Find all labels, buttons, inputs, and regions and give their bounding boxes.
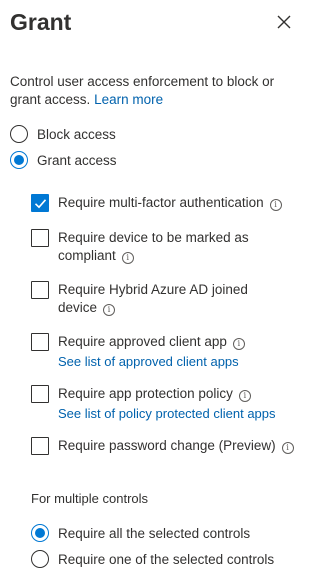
block-access-radio[interactable] (10, 125, 28, 143)
close-icon[interactable] (276, 14, 292, 30)
approved-app-checkbox[interactable] (31, 333, 49, 351)
learn-more-link[interactable]: Learn more (94, 92, 163, 107)
protected-apps-link[interactable]: See list of policy protected client apps (58, 405, 298, 422)
password-change-label: Require password change (Preview) (58, 438, 276, 453)
multiple-controls-heading: For multiple controls (31, 491, 149, 506)
grant-access-label: Grant access (37, 152, 117, 168)
control-approved-app: Require approved client app i See list of… (31, 333, 298, 370)
mfa-label: Require multi-factor authentication (58, 195, 264, 210)
info-icon[interactable]: i (269, 199, 282, 211)
app-protection-label: Require app protection policy (58, 386, 233, 401)
password-change-checkbox[interactable] (31, 437, 49, 455)
block-access-option[interactable]: Block access (10, 124, 116, 144)
info-icon[interactable]: i (232, 338, 245, 350)
block-access-label: Block access (37, 126, 116, 142)
hybrid-ad-checkbox[interactable] (31, 281, 49, 299)
hybrid-ad-label: Require Hybrid Azure AD joined device (58, 282, 248, 315)
require-all-option[interactable]: Require all the selected controls (31, 523, 250, 543)
control-mfa: Require multi-factor authentication i (31, 194, 298, 212)
control-hybrid-ad: Require Hybrid Azure AD joined device i (31, 281, 258, 317)
compliant-device-label: Require device to be marked as compliant (58, 230, 249, 263)
checkmark-icon (34, 199, 47, 209)
grant-access-radio[interactable] (10, 151, 28, 169)
info-icon[interactable]: i (238, 390, 251, 402)
approved-apps-link[interactable]: See list of approved client apps (58, 353, 298, 370)
info-icon[interactable]: i (281, 442, 294, 454)
require-one-label: Require one of the selected controls (58, 551, 275, 567)
info-icon[interactable]: i (103, 304, 116, 316)
panel-description: Control user access enforcement to block… (10, 73, 300, 109)
approved-app-label: Require approved client app (58, 334, 227, 349)
grant-access-option[interactable]: Grant access (10, 150, 117, 170)
mfa-checkbox[interactable] (31, 194, 49, 212)
control-password-change: Require password change (Preview) i (31, 437, 298, 455)
control-app-protection: Require app protection policy i See list … (31, 385, 298, 422)
control-compliant-device: Require device to be marked as compliant… (31, 229, 258, 265)
require-all-label: Require all the selected controls (58, 525, 251, 541)
panel-title: Grant (10, 9, 72, 35)
app-protection-checkbox[interactable] (31, 385, 49, 403)
require-one-radio[interactable] (31, 550, 49, 568)
require-one-option[interactable]: Require one of the selected controls (31, 549, 274, 569)
compliant-device-checkbox[interactable] (31, 229, 49, 247)
require-all-radio[interactable] (31, 524, 49, 542)
info-icon[interactable]: i (121, 252, 134, 264)
